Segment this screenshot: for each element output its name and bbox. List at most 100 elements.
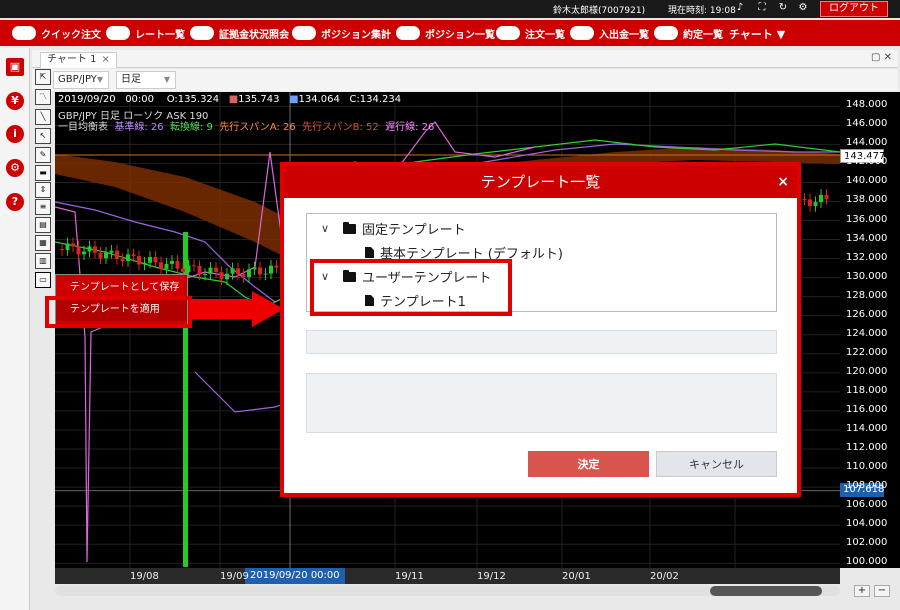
candle xyxy=(71,243,75,247)
candle xyxy=(120,258,125,262)
pair-select[interactable]: GBP/JPY ▼ xyxy=(53,71,109,89)
eraser-tool-icon[interactable]: ✎ xyxy=(35,147,51,163)
candle xyxy=(131,254,136,257)
price-tick: 108.000 xyxy=(846,480,888,492)
toggle-icon[interactable] xyxy=(292,26,316,40)
compare-tool-icon[interactable]: ▤ xyxy=(35,217,51,233)
period-select[interactable]: 日足 ▼ xyxy=(116,71,176,89)
ichimoku-label: 一目均衡表 xyxy=(58,122,108,133)
template-list-dialog: テンプレート一覧 × ∨ 固定テンプレート 基本テンプレート (デフォルト) ∨… xyxy=(284,166,797,493)
settings-tool-icon[interactable]: ▥ xyxy=(35,253,51,269)
indicator-tool-icon[interactable]: ⇕ xyxy=(35,182,51,198)
zoom-out-button[interactable]: − xyxy=(874,585,890,597)
menu-execution-list[interactable]: 約定一覧 xyxy=(654,25,723,41)
price-tick: 126.000 xyxy=(846,308,888,320)
bid-ask-tool-icon[interactable]: ≡ xyxy=(35,199,51,215)
refresh-icon[interactable]: ↻ xyxy=(777,2,789,14)
panel-window-buttons[interactable]: ▢ ✕ xyxy=(871,52,892,63)
fullscreen-icon[interactable]: ⛶ xyxy=(756,2,768,14)
ohlc-date: 2019/09/20 xyxy=(58,94,116,105)
chart-menu[interactable]: チャート ▼ xyxy=(729,26,785,42)
tree-folder-fixed[interactable]: ∨ 固定テンプレート xyxy=(321,219,466,238)
cursor-tool-icon[interactable]: ↖ xyxy=(35,128,51,144)
price-tick: 120.000 xyxy=(846,365,888,377)
price-tick: 100.000 xyxy=(846,556,888,568)
yen-icon[interactable]: ¥ xyxy=(6,92,24,110)
gear-icon[interactable]: ⚙ xyxy=(797,2,809,14)
template-description-field[interactable] xyxy=(306,373,777,433)
chart-type-icon[interactable]: 〽 xyxy=(35,89,51,105)
conversion-line-label: 転換線: 9 xyxy=(170,122,213,133)
ohlc-time: 00:00 xyxy=(125,94,155,105)
zoom-in-button[interactable]: + xyxy=(854,585,870,597)
close-icon[interactable]: × xyxy=(777,166,789,198)
toggle-icon[interactable] xyxy=(190,26,214,40)
menu-order-list[interactable]: 注文一覧 xyxy=(496,25,565,41)
menu-position-summary[interactable]: ポジション集計 xyxy=(292,25,391,41)
chart-scrollbar-thumb[interactable] xyxy=(710,586,822,596)
price-tick: 102.000 xyxy=(846,537,888,549)
toggle-icon[interactable] xyxy=(496,26,520,40)
close-icon[interactable]: × xyxy=(101,54,109,65)
menu-rate-list[interactable]: レート一覧 xyxy=(106,25,185,41)
price-tick: 136.000 xyxy=(846,213,888,225)
info-icon[interactable]: i xyxy=(6,125,24,143)
toggle-icon[interactable] xyxy=(570,26,594,40)
lagging-line-label: 遅行線: 26 xyxy=(385,122,435,133)
gear-icon[interactable]: ⚙ xyxy=(6,159,24,177)
caret-down-icon: ▼ xyxy=(163,75,170,84)
candle xyxy=(208,267,213,274)
candle xyxy=(808,199,812,206)
toggle-icon[interactable] xyxy=(396,26,420,40)
candle xyxy=(214,267,218,273)
candle xyxy=(263,273,268,275)
candle xyxy=(175,260,180,269)
candle xyxy=(181,268,185,272)
template-name-field[interactable] xyxy=(306,330,777,354)
menu-label: ポジション一覧 xyxy=(425,29,495,41)
ichimoku-legend: 一目均衡表 基準線: 26 転換線: 9 先行スパンA: 26 先行スパンB: … xyxy=(58,118,434,133)
collapse-tool-icon[interactable]: ⇱ xyxy=(35,69,51,85)
grid-tool-icon[interactable]: ▦ xyxy=(35,235,51,251)
left-sidebar: ▣ ¥ i ⚙ ? xyxy=(0,48,30,610)
time-tick: 20/02 xyxy=(650,571,679,582)
candle xyxy=(98,252,103,259)
menu-deposit-list[interactable]: 入出金一覧 xyxy=(570,25,649,41)
toggle-icon[interactable] xyxy=(12,26,36,40)
price-tick: 104.000 xyxy=(846,518,888,530)
bell-icon[interactable]: ♪ xyxy=(734,2,746,14)
menu-margin-status[interactable]: 証拠金状況照会 xyxy=(190,25,289,41)
tab-chart-1[interactable]: チャート 1 × xyxy=(40,52,117,68)
menu-position-list[interactable]: ポジション一覧 xyxy=(396,25,495,41)
menu-label: クイック注文 xyxy=(41,29,101,41)
menu-label: ポジション集計 xyxy=(321,29,391,41)
menu-quick-order[interactable]: クイック注文 xyxy=(12,25,101,41)
trendline-tool-icon[interactable]: ╲ xyxy=(35,109,51,125)
toggle-icon[interactable] xyxy=(654,26,678,40)
ohlc-open: O:135.324 xyxy=(166,94,220,105)
template-tool-icon[interactable]: ▭ xyxy=(35,272,51,288)
candle xyxy=(236,268,240,275)
chevron-down-icon[interactable]: ∨ xyxy=(321,222,333,235)
cancel-button[interactable]: キャンセル xyxy=(656,451,777,477)
ohlc-low: 134.064 xyxy=(298,94,340,105)
candle xyxy=(104,252,108,259)
help-icon[interactable]: ? xyxy=(6,193,24,211)
candle xyxy=(76,246,81,255)
price-tick: 118.000 xyxy=(846,384,888,396)
drawing-tools: ⇱ 〽 ╲ ↖ ✎ ▬ ⇕ ≡ ▤ ▦ ▥ ▭ xyxy=(35,69,53,289)
caret-down-icon: ▼ xyxy=(96,75,103,84)
status-bar: 鈴木太郎様(7007921) 現在時刻: 19:08 ♪ ⛶ ↻ ⚙ ログアウト xyxy=(0,0,900,18)
pair-value: GBP/JPY xyxy=(58,74,97,85)
time-tick: 19/09 xyxy=(220,571,249,582)
period-value: 日足 xyxy=(121,74,141,85)
price-tick: 134.000 xyxy=(846,232,888,244)
trash-tool-icon[interactable]: ▬ xyxy=(35,165,51,181)
candle xyxy=(241,274,246,278)
toggle-icon[interactable] xyxy=(106,26,130,40)
confirm-button[interactable]: 決定 xyxy=(528,451,649,477)
candle xyxy=(164,263,169,269)
candle xyxy=(186,265,191,272)
save-icon[interactable]: ▣ xyxy=(6,58,24,76)
logout-button[interactable]: ログアウト xyxy=(820,1,888,17)
